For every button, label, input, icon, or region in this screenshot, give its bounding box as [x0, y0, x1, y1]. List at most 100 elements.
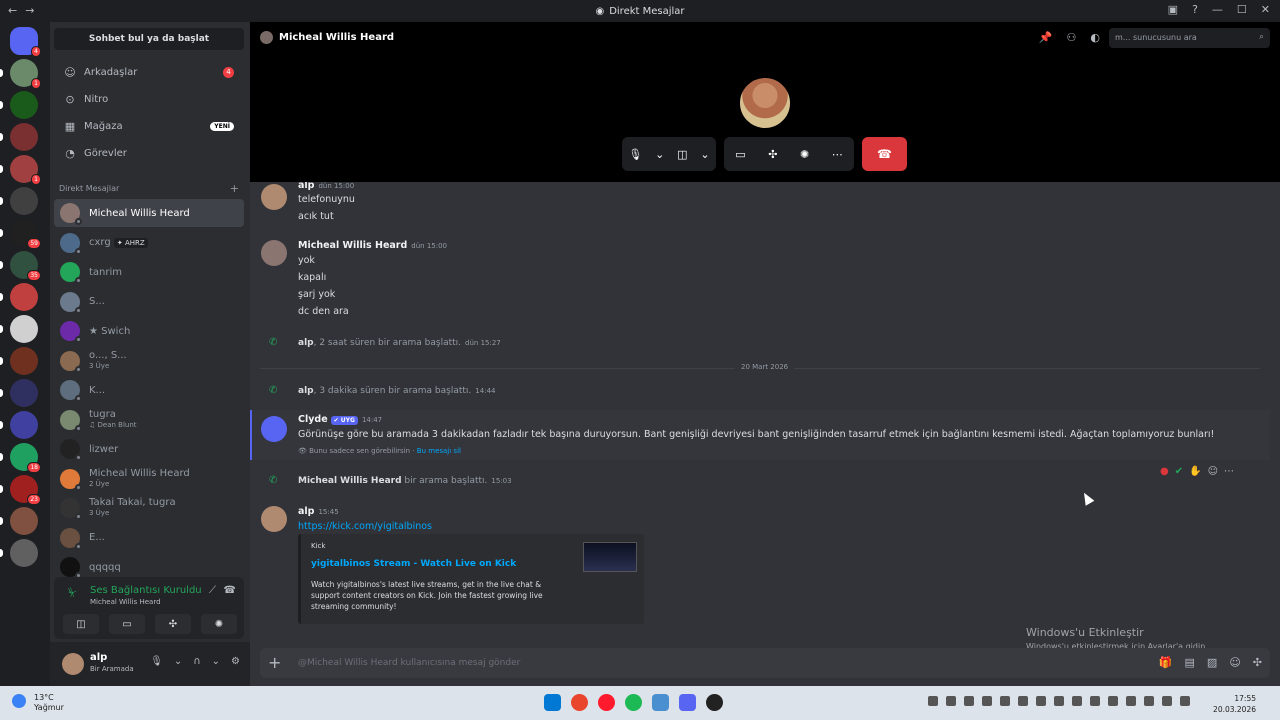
avatar[interactable] [261, 184, 287, 210]
close-icon[interactable]: ✕ [1261, 3, 1270, 16]
dm-item[interactable]: Micheal Willis Heard 2 Üye [54, 465, 244, 493]
message-author[interactable]: Micheal Willis Heard dün 15:00 [298, 240, 447, 251]
mic-icon[interactable]: 🎙 [628, 148, 642, 161]
system-author[interactable]: Micheal Willis Heard [298, 476, 402, 486]
tray-icon[interactable] [1054, 696, 1064, 706]
message-link[interactable]: https://kick.com/yigitalbinos [298, 521, 432, 532]
message-author[interactable]: Clyde ✔ UYG 14:47 [298, 414, 382, 425]
weather-icon[interactable] [12, 694, 26, 708]
tray-icon[interactable] [1090, 696, 1100, 706]
author-name[interactable]: Micheal Willis Heard [298, 240, 407, 251]
system-author[interactable]: alp [298, 386, 314, 396]
tray-icon[interactable] [1108, 696, 1118, 706]
server-icon[interactable] [10, 91, 38, 119]
attach-plus-icon[interactable]: + [268, 653, 281, 672]
dm-item[interactable]: tugra ♫ Dean Blunt [54, 406, 244, 434]
pin-icon[interactable]: 📌 [1039, 31, 1053, 44]
dm-item[interactable]: o..., S... 3 Üye [54, 347, 244, 375]
server-icon[interactable] [10, 379, 38, 407]
camera-off-icon[interactable]: ◫ [677, 148, 687, 161]
server-icon[interactable]: 1 [10, 59, 41, 89]
hang-up-button[interactable]: ☎ [862, 137, 907, 171]
tray-icon[interactable] [1018, 696, 1028, 706]
server-icon[interactable] [10, 539, 38, 567]
back-arrow-icon[interactable]: ← [8, 4, 17, 17]
app-icon[interactable] [706, 694, 723, 711]
spotify-icon[interactable] [625, 694, 642, 711]
chevron-down-icon[interactable]: ⌄ [700, 148, 709, 161]
find-conversation-button[interactable]: Sohbet bul ya da başlat [54, 28, 244, 50]
system-author[interactable]: alp [298, 338, 314, 348]
avatar[interactable] [261, 506, 287, 532]
profile-icon[interactable]: ◐ [1090, 31, 1100, 44]
forward-arrow-icon[interactable]: → [25, 4, 34, 17]
search-input[interactable]: m... sunucusunu ara ⌕ [1109, 28, 1270, 48]
tray-icon[interactable] [1072, 696, 1082, 706]
soundboard-button[interactable]: ✺ [201, 614, 237, 634]
voice-status[interactable]: Ses Bağlantısı Kuruldu [90, 585, 202, 596]
server-icon[interactable] [10, 315, 38, 343]
tray-icon[interactable] [1162, 696, 1172, 706]
app-icon[interactable] [652, 694, 669, 711]
discord-icon[interactable] [679, 694, 696, 711]
gift-icon[interactable]: 🎁 [1159, 656, 1173, 669]
tray-icon[interactable] [964, 696, 974, 706]
tray-icon[interactable] [982, 696, 992, 706]
dm-item[interactable]: K... [54, 376, 244, 404]
inbox-icon[interactable]: ▣ [1168, 3, 1178, 16]
add-friend-icon[interactable]: ⚇ [1067, 31, 1077, 44]
mic-icon[interactable]: 🎙 [150, 656, 163, 667]
tray-icon[interactable] [1000, 696, 1010, 706]
help-icon[interactable]: ? [1192, 3, 1198, 16]
signal-icon[interactable]: ⏧ [68, 586, 77, 600]
dm-item[interactable]: ★ Swich [54, 317, 244, 345]
tray-icon[interactable] [1144, 696, 1154, 706]
dm-item[interactable]: Takai Takai, tugra 3 Üye [54, 494, 244, 522]
opera-icon[interactable] [598, 694, 615, 711]
chevron-down-icon[interactable]: ⌄ [655, 148, 664, 161]
dm-item[interactable]: cxrg ✦ AHRZ [54, 229, 244, 257]
tray-icon[interactable] [928, 696, 938, 706]
author-name[interactable]: Clyde [298, 414, 328, 425]
chevron-down-icon[interactable]: ⌄ [174, 656, 182, 667]
chevron-down-icon[interactable]: ⌄ [212, 656, 220, 667]
dm-item[interactable]: E... [54, 524, 244, 552]
dm-item[interactable]: tanrim [54, 258, 244, 286]
activities-button[interactable]: ✣ [155, 614, 191, 634]
nav-item-friends[interactable]: ☺ Arkadaşlar 4 [54, 59, 244, 85]
weather-widget[interactable]: 13°C Yağmur [34, 693, 64, 713]
camera-toggle-button[interactable]: ◫ [63, 614, 99, 634]
nav-item-shop[interactable]: ▦ Mağaza YENİ [54, 113, 244, 139]
embed-title[interactable]: yigitalbinos Stream - Watch Live on Kick [311, 559, 516, 569]
activities-icon[interactable]: ✣ [768, 148, 777, 161]
server-icon[interactable] [10, 507, 38, 535]
maximize-icon[interactable]: ☐ [1237, 3, 1247, 16]
apps-icon[interactable]: ✣ [1253, 656, 1262, 669]
server-icon[interactable]: 59 [10, 219, 41, 249]
server-icon[interactable] [10, 123, 38, 151]
emoji-icon[interactable]: ☺ [1229, 656, 1240, 669]
clock[interactable]: 17:55 20.03.2026 [1213, 693, 1256, 715]
message-author[interactable]: alp 15:45 [298, 506, 339, 517]
disconnect-icon[interactable]: ☎ [224, 585, 236, 596]
author-name[interactable]: alp [298, 182, 314, 191]
server-icon[interactable] [10, 347, 38, 375]
server-icon[interactable] [10, 411, 38, 439]
nav-item-quests[interactable]: ◔ Görevler [54, 140, 244, 166]
sticker-icon[interactable]: ▨ [1207, 656, 1217, 669]
dm-item[interactable]: Micheal Willis Heard [54, 199, 244, 227]
delete-message-link[interactable]: Bu mesajı sil [417, 447, 461, 455]
author-name[interactable]: alp [298, 506, 314, 517]
clyde-avatar[interactable] [261, 416, 287, 442]
avatar[interactable] [261, 240, 287, 266]
settings-gear-icon[interactable]: ⚙ [231, 656, 240, 667]
tray-icon[interactable] [1180, 696, 1190, 706]
minimize-icon[interactable]: — [1212, 3, 1223, 16]
tray-icon[interactable] [1126, 696, 1136, 706]
create-dm-icon[interactable]: + [230, 182, 239, 195]
server-icon[interactable] [10, 283, 38, 311]
gif-icon[interactable]: ▤ [1185, 656, 1195, 669]
headphones-icon[interactable]: ∩ [193, 656, 200, 667]
embed-thumbnail[interactable] [583, 542, 637, 572]
tray-icon[interactable] [1036, 696, 1046, 706]
